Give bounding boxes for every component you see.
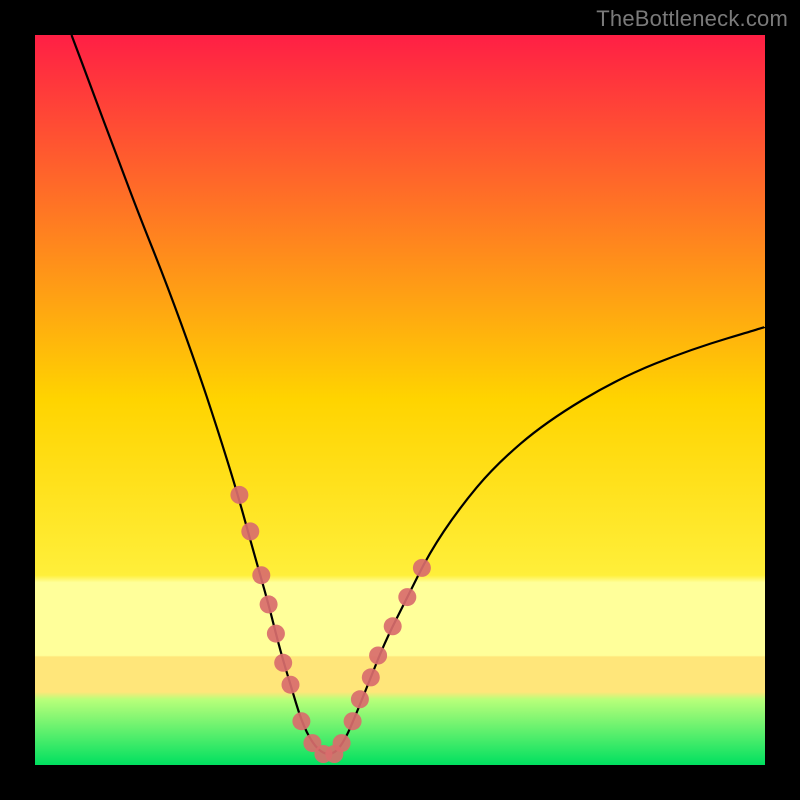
- marker-point: [282, 676, 300, 694]
- gradient-background: [35, 35, 765, 765]
- marker-point: [333, 734, 351, 752]
- marker-point: [267, 625, 285, 643]
- marker-point: [384, 617, 402, 635]
- watermark-text: TheBottleneck.com: [596, 6, 788, 32]
- marker-point: [351, 690, 369, 708]
- marker-point: [292, 712, 310, 730]
- marker-point: [369, 647, 387, 665]
- plot-area: [35, 35, 765, 765]
- chart-frame: TheBottleneck.com: [0, 0, 800, 800]
- marker-point: [260, 595, 278, 613]
- marker-point: [362, 668, 380, 686]
- chart-svg: [35, 35, 765, 765]
- marker-point: [344, 712, 362, 730]
- marker-point: [413, 559, 431, 577]
- marker-point: [398, 588, 416, 606]
- marker-point: [274, 654, 292, 672]
- marker-point: [230, 486, 248, 504]
- marker-point: [241, 522, 259, 540]
- marker-point: [252, 566, 270, 584]
